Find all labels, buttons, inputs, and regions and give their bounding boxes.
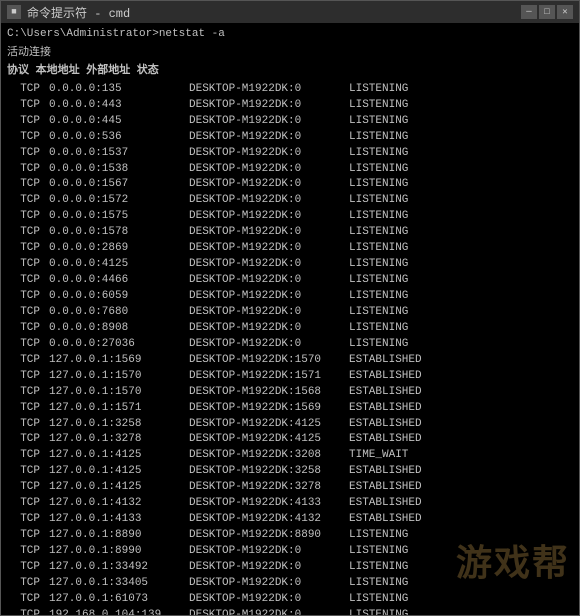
table-row: TCP127.0.0.1:33405 DESKTOP-M1922DK:0 LIS… (7, 576, 573, 592)
netstat-rows: TCP0.0.0.0:135 DESKTOP-M1922DK:0 LISTENI… (7, 82, 573, 615)
table-row: TCP127.0.0.1:4125 DESKTOP-M1922DK:3278 E… (7, 480, 573, 496)
table-row: TCP0.0.0.0:27036 DESKTOP-M1922DK:0 LISTE… (7, 337, 573, 353)
table-row: TCP127.0.0.1:3278 DESKTOP-M1922DK:4125 E… (7, 432, 573, 448)
table-row: TCP0.0.0.0:4466 DESKTOP-M1922DK:0 LISTEN… (7, 273, 573, 289)
table-row: TCP127.0.0.1:33492 DESKTOP-M1922DK:0 LIS… (7, 560, 573, 576)
table-row: TCP127.0.0.1:4125 DESKTOP-M1922DK:3258 E… (7, 464, 573, 480)
minimize-button[interactable]: ─ (521, 5, 537, 19)
table-row: TCP0.0.0.0:2869 DESKTOP-M1922DK:0 LISTEN… (7, 241, 573, 257)
table-row: TCP0.0.0.0:8908 DESKTOP-M1922DK:0 LISTEN… (7, 321, 573, 337)
title-bar: ■ 命令提示符 - cmd ─ □ ✕ (1, 1, 579, 23)
table-row: TCP0.0.0.0:135 DESKTOP-M1922DK:0 LISTENI… (7, 82, 573, 98)
table-row: TCP192.168.0.104:139 DESKTOP-M1922DK:0 L… (7, 608, 573, 615)
table-row: TCP0.0.0.0:7680 DESKTOP-M1922DK:0 LISTEN… (7, 305, 573, 321)
table-header: 协议 本地地址 外部地址 状态 (7, 64, 573, 80)
close-button[interactable]: ✕ (557, 5, 573, 19)
window: ■ 命令提示符 - cmd ─ □ ✕ C:\Users\Administrat… (0, 0, 580, 616)
window-title: 命令提示符 - cmd (27, 4, 130, 21)
section-title: 活动连接 (7, 46, 573, 62)
table-row: TCP127.0.0.1:61073 DESKTOP-M1922DK:0 LIS… (7, 592, 573, 608)
table-row: TCP0.0.0.0:443 DESKTOP-M1922DK:0 LISTENI… (7, 98, 573, 114)
table-row: TCP0.0.0.0:1575 DESKTOP-M1922DK:0 LISTEN… (7, 209, 573, 225)
table-row: TCP0.0.0.0:6059 DESKTOP-M1922DK:0 LISTEN… (7, 289, 573, 305)
title-bar-buttons: ─ □ ✕ (521, 5, 573, 19)
table-row: TCP127.0.0.1:1571 DESKTOP-M1922DK:1569 E… (7, 401, 573, 417)
command-line: C:\Users\Administrator>netstat -a (7, 27, 573, 43)
table-row: TCP127.0.0.1:8890 DESKTOP-M1922DK:8890 L… (7, 528, 573, 544)
table-row: TCP127.0.0.1:4125 DESKTOP-M1922DK:3208 T… (7, 448, 573, 464)
table-row: TCP0.0.0.0:536 DESKTOP-M1922DK:0 LISTENI… (7, 130, 573, 146)
table-row: TCP0.0.0.0:1537 DESKTOP-M1922DK:0 LISTEN… (7, 146, 573, 162)
table-row: TCP127.0.0.1:4132 DESKTOP-M1922DK:4133 E… (7, 496, 573, 512)
table-row: TCP0.0.0.0:445 DESKTOP-M1922DK:0 LISTENI… (7, 114, 573, 130)
table-row: TCP127.0.0.1:1569 DESKTOP-M1922DK:1570 E… (7, 353, 573, 369)
table-row: TCP0.0.0.0:4125 DESKTOP-M1922DK:0 LISTEN… (7, 257, 573, 273)
table-row: TCP0.0.0.0:1538 DESKTOP-M1922DK:0 LISTEN… (7, 162, 573, 178)
table-row: TCP0.0.0.0:1572 DESKTOP-M1922DK:0 LISTEN… (7, 193, 573, 209)
terminal-output: C:\Users\Administrator>netstat -a 活动连接 协… (1, 23, 579, 615)
table-row: TCP0.0.0.0:1567 DESKTOP-M1922DK:0 LISTEN… (7, 177, 573, 193)
table-row: TCP127.0.0.1:8990 DESKTOP-M1922DK:0 LIST… (7, 544, 573, 560)
table-row: TCP0.0.0.0:1578 DESKTOP-M1922DK:0 LISTEN… (7, 225, 573, 241)
table-row: TCP127.0.0.1:1570 DESKTOP-M1922DK:1568 E… (7, 385, 573, 401)
maximize-button[interactable]: □ (539, 5, 555, 19)
table-row: TCP127.0.0.1:1570 DESKTOP-M1922DK:1571 E… (7, 369, 573, 385)
table-row: TCP127.0.0.1:3258 DESKTOP-M1922DK:4125 E… (7, 417, 573, 433)
title-bar-left: ■ 命令提示符 - cmd (7, 4, 130, 21)
window-icon: ■ (7, 5, 21, 19)
table-row: TCP127.0.0.1:4133 DESKTOP-M1922DK:4132 E… (7, 512, 573, 528)
